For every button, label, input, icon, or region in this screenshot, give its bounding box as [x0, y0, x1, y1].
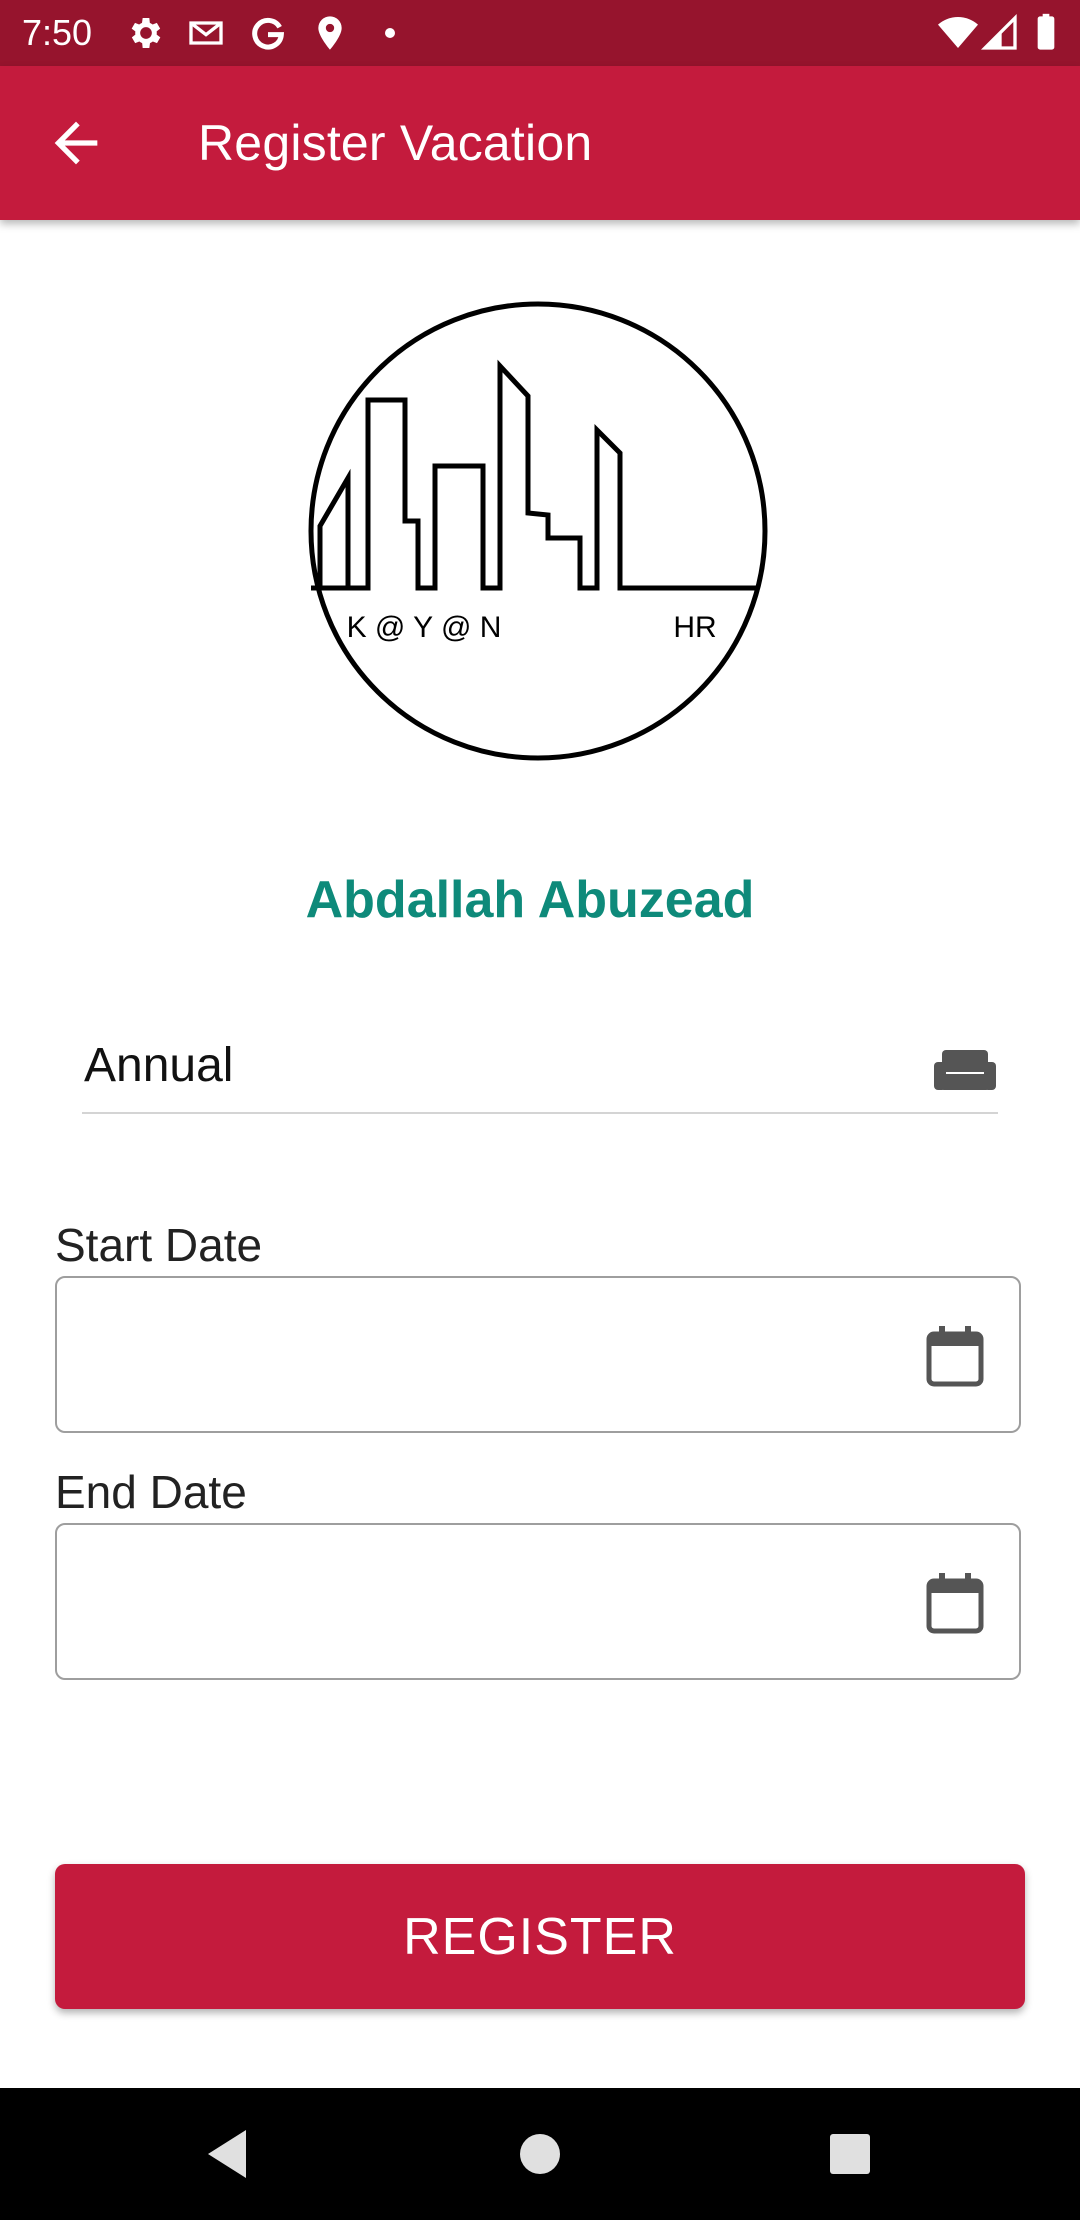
- battery-icon: [1026, 13, 1066, 53]
- employee-name: Abdallah Abuzead: [305, 871, 755, 929]
- app-bar: Register Vacation: [0, 66, 1080, 220]
- arrow-back-icon: [54, 121, 98, 165]
- end-date-label: End Date: [55, 1466, 247, 1518]
- company-logo: K @ Y @ N HR: [305, 298, 771, 764]
- navigation-bar: [0, 2088, 1080, 2220]
- status-bar: 7:50: [0, 0, 1080, 66]
- vacation-type-dropdown[interactable]: Annual: [82, 1030, 998, 1114]
- start-date-field[interactable]: [55, 1276, 1021, 1433]
- signal-icon: [980, 13, 1020, 53]
- logo-text-hr: HR: [673, 611, 716, 644]
- gmail-icon: [186, 13, 226, 53]
- back-button[interactable]: [44, 111, 108, 175]
- couch-icon: [932, 1040, 998, 1100]
- register-button[interactable]: REGISTER: [55, 1864, 1025, 2009]
- vacation-type-value: Annual: [84, 1039, 234, 1092]
- recents-square-icon[interactable]: [822, 2126, 878, 2182]
- calendar-icon[interactable]: [925, 1571, 985, 1635]
- logo-text: K @ Y @ N: [347, 611, 502, 644]
- dot-icon: [370, 13, 410, 53]
- settings-icon: [126, 13, 166, 53]
- google-icon: [248, 13, 288, 53]
- location-icon: [310, 13, 350, 53]
- status-time: 7:50: [22, 12, 93, 53]
- start-date-label: Start Date: [55, 1219, 263, 1271]
- wifi-icon: [938, 13, 978, 53]
- home-circle-icon[interactable]: [512, 2126, 568, 2182]
- calendar-icon[interactable]: [925, 1324, 985, 1388]
- back-triangle-icon[interactable]: [200, 2126, 256, 2182]
- end-date-field[interactable]: [55, 1523, 1021, 1680]
- page-title: Register Vacation: [198, 115, 593, 171]
